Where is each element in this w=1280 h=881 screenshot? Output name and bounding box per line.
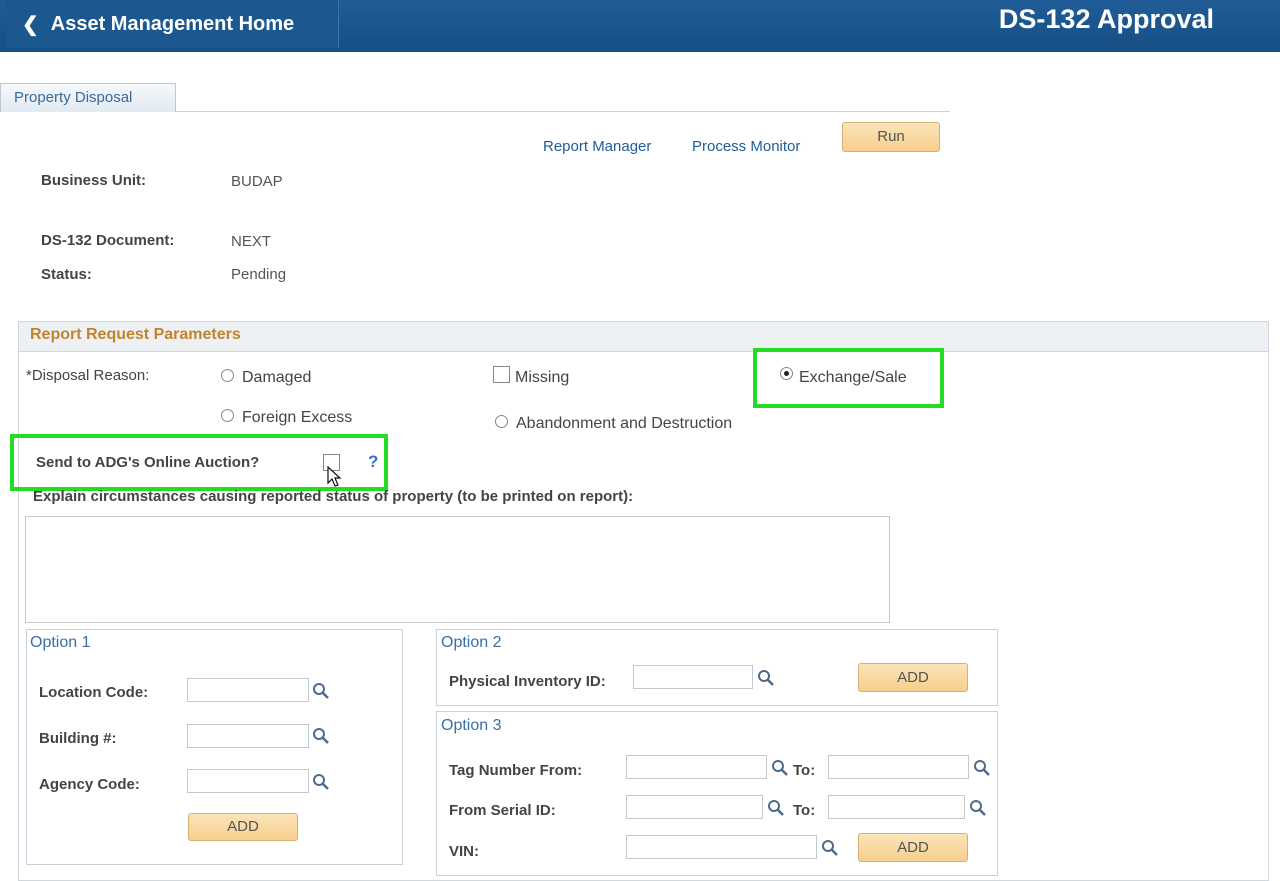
radio-abandonment-label: Abandonment and Destruction (516, 415, 733, 432)
ds132-document-label: DS-132 Document: (41, 232, 175, 249)
asset-management-home-button[interactable]: ❮ Asset Management Home (6, 0, 339, 48)
explain-textarea[interactable] (25, 516, 890, 623)
option2-title: Option 2 (441, 634, 502, 651)
vin-input[interactable] (626, 835, 817, 859)
highlight-exchange-sale (753, 348, 944, 408)
serial-id-to-input[interactable] (828, 795, 965, 819)
from-serial-id-lookup-icon[interactable] (767, 799, 785, 817)
radio-damaged[interactable] (221, 369, 234, 382)
location-code-lookup-icon[interactable] (312, 682, 330, 700)
location-code-label: Location Code: (39, 684, 149, 701)
ds132-document-value: NEXT (231, 233, 272, 250)
vin-lookup-icon[interactable] (821, 839, 839, 857)
radio-damaged-label: Damaged (242, 369, 312, 386)
serial-id-to-lookup-icon[interactable] (969, 799, 987, 817)
chevron-left-icon: ❮ (22, 13, 39, 36)
tag-number-from-input[interactable] (626, 755, 767, 779)
option1-add-button[interactable]: ADD (188, 813, 298, 841)
agency-code-lookup-icon[interactable] (312, 773, 330, 791)
business-unit-value: BUDAP (231, 173, 283, 190)
run-button[interactable]: Run (842, 122, 940, 152)
radio-foreign-excess-label: Foreign Excess (242, 409, 353, 426)
tag-number-to-lookup-icon[interactable] (973, 759, 991, 777)
physical-inventory-lookup-icon[interactable] (757, 669, 775, 687)
disposal-reason-label: *Disposal Reason: (26, 367, 150, 384)
serial-to-label: To: (793, 802, 816, 819)
business-unit-label: Business Unit: (41, 172, 147, 189)
explain-label: Explain circumstances causing reported s… (33, 488, 634, 505)
radio-abandonment[interactable] (495, 415, 508, 428)
report-manager-link[interactable]: Report Manager (543, 138, 651, 155)
status-value: Pending (231, 266, 287, 283)
section-title: Report Request Parameters (30, 326, 241, 343)
physical-inventory-label: Physical Inventory ID: (449, 673, 606, 690)
vin-label: VIN: (449, 843, 479, 860)
building-lookup-icon[interactable] (312, 727, 330, 745)
tag-to-label: To: (793, 762, 816, 779)
tag-number-from-label: Tag Number From: (449, 762, 583, 779)
highlight-online-auction (10, 434, 388, 491)
physical-inventory-input[interactable] (633, 665, 753, 689)
process-monitor-link[interactable]: Process Monitor (692, 138, 800, 155)
radio-foreign-excess[interactable] (221, 409, 234, 422)
location-code-input[interactable] (187, 678, 309, 702)
tag-number-from-lookup-icon[interactable] (771, 759, 789, 777)
building-input[interactable] (187, 724, 309, 748)
tab-property-disposal[interactable]: Property Disposal (0, 83, 176, 112)
option3-add-button[interactable]: ADD (858, 833, 968, 862)
agency-code-label: Agency Code: (39, 776, 140, 793)
radio-missing-label: Missing (515, 369, 570, 386)
tag-number-to-input[interactable] (828, 755, 969, 779)
option1-title: Option 1 (30, 634, 91, 651)
tab-divider (176, 111, 950, 112)
option2-add-button[interactable]: ADD (858, 663, 968, 692)
status-label: Status: (41, 266, 92, 283)
agency-code-input[interactable] (187, 769, 309, 793)
back-label: Asset Management Home (50, 12, 295, 35)
from-serial-id-input[interactable] (626, 795, 763, 819)
from-serial-id-label: From Serial ID: (449, 802, 556, 819)
page-title: DS-132 Approval (998, 4, 1214, 34)
radio-missing[interactable] (493, 366, 510, 383)
option3-title: Option 3 (441, 717, 502, 734)
building-label: Building #: (39, 730, 117, 747)
